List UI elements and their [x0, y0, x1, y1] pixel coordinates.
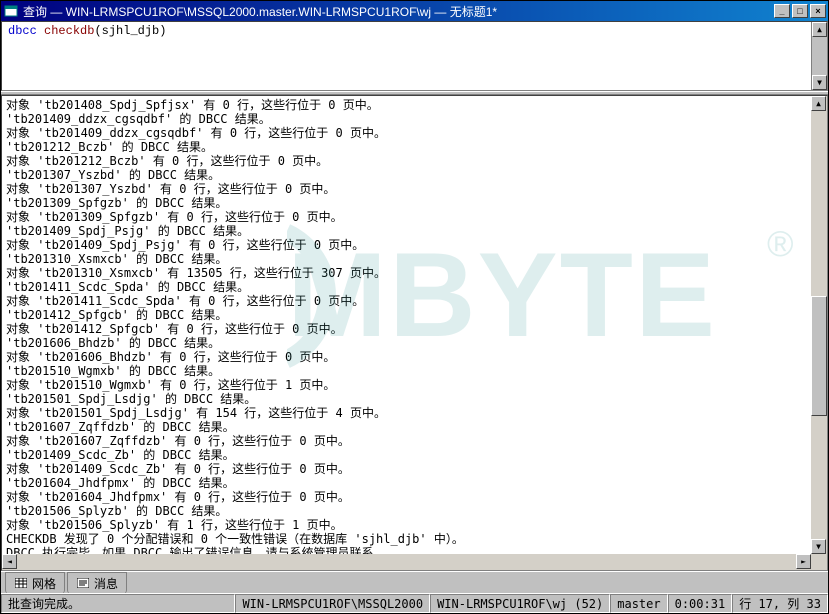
window-title: 查询 — WIN-LRMSPCU1ROF\MSSQL2000.master.WI… [23, 3, 774, 20]
result-line: 'tb201604_Jhdfpmx' 的 DBCC 结果。 [6, 476, 807, 490]
tab-messages[interactable]: 消息 [67, 572, 127, 594]
scroll-up-icon[interactable]: ▲ [812, 22, 827, 37]
status-server: WIN-LRMSPCU1ROF\MSSQL2000 [235, 594, 430, 613]
result-line: 对象 'tb201409_Scdc_Zb' 有 0 行，这些行位于 0 页中。 [6, 462, 807, 476]
result-line: 对象 'tb201412_Spfgcb' 有 0 行，这些行位于 0 页中。 [6, 322, 807, 336]
titlebar: 查询 — WIN-LRMSPCU1ROF\MSSQL2000.master.WI… [1, 1, 828, 21]
statusbar: 批查询完成。 WIN-LRMSPCU1ROF\MSSQL2000 WIN-LRM… [1, 593, 828, 613]
sql-args: (sjhl_djb) [94, 24, 166, 38]
results-pane: 对象 'tb201408_Spdj_Spfjsx' 有 0 行，这些行位于 0 … [1, 95, 828, 571]
result-line: 'tb201501_Spdj_Lsdjg' 的 DBCC 结果。 [6, 392, 807, 406]
result-line: 对象 'tb201506_Splyzb' 有 1 行，这些行位于 1 页中。 [6, 518, 807, 532]
status-time: 0:00:31 [668, 594, 733, 613]
result-line: 'tb201409_Scdc_Zb' 的 DBCC 结果。 [6, 448, 807, 462]
result-line: 'tb201607_Zqffdzb' 的 DBCC 结果。 [6, 420, 807, 434]
status-cursor: 行 17, 列 33 [732, 594, 828, 613]
app-icon [3, 4, 19, 18]
result-line: 'tb201411_Scdc_Spda' 的 DBCC 结果。 [6, 280, 807, 294]
editor-scrollbar[interactable]: ▲ ▼ [811, 22, 827, 90]
window-buttons: _ □ × [774, 4, 826, 18]
result-line: 'tb201212_Bczb' 的 DBCC 结果。 [6, 140, 807, 154]
messages-icon [76, 577, 90, 589]
result-line: 对象 'tb201310_Xsmxcb' 有 13505 行，这些行位于 307… [6, 266, 807, 280]
result-line: 对象 'tb201604_Jhdfpmx' 有 0 行，这些行位于 0 页中。 [6, 490, 807, 504]
status-message: 批查询完成。 [1, 594, 235, 613]
scroll-up-icon[interactable]: ▲ [811, 96, 826, 111]
sql-proc: checkdb [44, 24, 94, 38]
scroll-down-icon[interactable]: ▼ [811, 539, 826, 554]
tab-messages-label: 消息 [94, 575, 118, 592]
sql-text[interactable]: dbcc checkdb(sjhl_djb) [2, 22, 827, 40]
scroll-right-icon[interactable]: ► [796, 554, 811, 569]
result-tabs: 网格 消息 [1, 571, 828, 593]
result-line: 'tb201307_Yszbd' 的 DBCC 结果。 [6, 168, 807, 182]
minimize-button[interactable]: _ [774, 4, 790, 18]
scroll-down-icon[interactable]: ▼ [812, 75, 827, 90]
result-line: 对象 'tb201606_Bhdzb' 有 0 行，这些行位于 0 页中。 [6, 350, 807, 364]
result-line: 'tb201409_ddzx_cgsqdbf' 的 DBCC 结果。 [6, 112, 807, 126]
result-line: 对象 'tb201408_Spdj_Spfjsx' 有 0 行，这些行位于 0 … [6, 98, 807, 112]
scroll-left-icon[interactable]: ◄ [2, 554, 17, 569]
result-line: 'tb201510_Wgmxb' 的 DBCC 结果。 [6, 364, 807, 378]
result-line: 对象 'tb201307_Yszbd' 有 0 行，这些行位于 0 页中。 [6, 182, 807, 196]
result-line: 对象 'tb201409_ddzx_cgsqdbf' 有 0 行，这些行位于 0… [6, 126, 807, 140]
results-vscrollbar[interactable]: ▲ ▼ [811, 96, 827, 554]
result-line: 对象 'tb201411_Scdc_Spda' 有 0 行，这些行位于 0 页中… [6, 294, 807, 308]
result-line: 对象 'tb201409_Spdj_Psjg' 有 0 行，这些行位于 0 页中… [6, 238, 807, 252]
app-window: 查询 — WIN-LRMSPCU1ROF\MSSQL2000.master.WI… [0, 0, 829, 614]
tab-grid[interactable]: 网格 [5, 572, 65, 594]
results-text[interactable]: 对象 'tb201408_Spdj_Spfjsx' 有 0 行，这些行位于 0 … [2, 96, 811, 571]
sql-editor[interactable]: dbcc checkdb(sjhl_djb) ▲ ▼ [1, 21, 828, 91]
result-line: 对象 'tb201309_Spfgzb' 有 0 行，这些行位于 0 页中。 [6, 210, 807, 224]
close-button[interactable]: × [810, 4, 826, 18]
maximize-button[interactable]: □ [792, 4, 808, 18]
result-line: 'tb201409_Spdj_Psjg' 的 DBCC 结果。 [6, 224, 807, 238]
result-line: 'tb201506_Splyzb' 的 DBCC 结果。 [6, 504, 807, 518]
tab-grid-label: 网格 [32, 575, 56, 592]
grid-icon [14, 577, 28, 589]
status-database: master [610, 594, 667, 613]
status-user: WIN-LRMSPCU1ROF\wj (52) [430, 594, 610, 613]
result-line: 对象 'tb201510_Wgmxb' 有 0 行，这些行位于 1 页中。 [6, 378, 807, 392]
result-line: 'tb201606_Bhdzb' 的 DBCC 结果。 [6, 336, 807, 350]
result-line: 对象 'tb201501_Spdj_Lsdjg' 有 154 行，这些行位于 4… [6, 406, 807, 420]
result-line: 'tb201309_Spfgzb' 的 DBCC 结果。 [6, 196, 807, 210]
result-line: 'tb201412_Spfgcb' 的 DBCC 结果。 [6, 308, 807, 322]
result-line: 'tb201310_Xsmxcb' 的 DBCC 结果。 [6, 252, 807, 266]
sql-keyword: dbcc [8, 24, 44, 38]
results-hscrollbar[interactable]: ◄ ► [2, 554, 827, 570]
result-line: 对象 'tb201212_Bczb' 有 0 行，这些行位于 0 页中。 [6, 154, 807, 168]
result-line: CHECKDB 发现了 0 个分配错误和 0 个一致性错误（在数据库 'sjhl… [6, 532, 807, 546]
scroll-thumb[interactable] [811, 296, 827, 416]
result-line: 对象 'tb201607_Zqffdzb' 有 0 行，这些行位于 0 页中。 [6, 434, 807, 448]
